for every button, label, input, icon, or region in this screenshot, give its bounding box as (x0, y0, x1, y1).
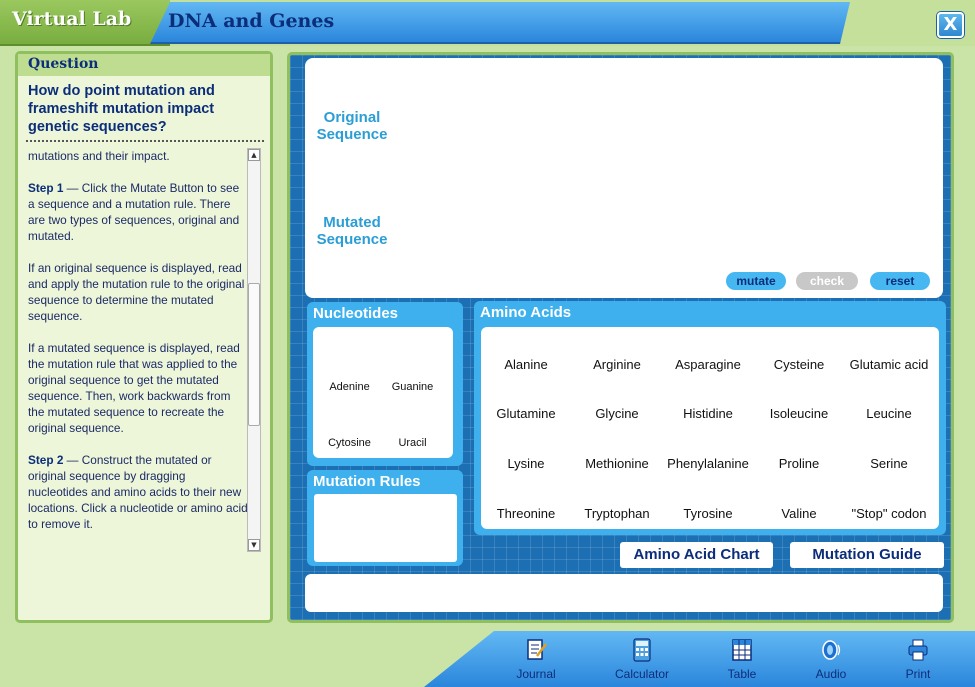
dotted-divider (26, 140, 264, 142)
audio-label: Audio (815, 667, 847, 681)
instructions-step1: Step 1 — Click the Mutate Button to see … (28, 180, 248, 244)
nucleotide-item[interactable]: Guanine (380, 381, 445, 393)
table-label: Table (727, 667, 757, 681)
amino-acid-item[interactable]: Isoleucine (753, 406, 845, 421)
amino-acid-item[interactable]: Glutamine (481, 406, 571, 421)
answer-bar (305, 574, 943, 612)
scroll-down-arrow-icon[interactable]: ▼ (248, 539, 260, 551)
check-button[interactable]: check (796, 272, 858, 290)
audio-icon (822, 640, 841, 660)
mutated-label-line1: Mutated (323, 214, 381, 231)
calculator-icon (633, 638, 651, 662)
mutation-rules-box (314, 494, 457, 562)
nucleotides-title: Nucleotides (313, 305, 399, 322)
print-icon (908, 639, 928, 661)
amino-acid-item[interactable]: "Stop" codon (843, 506, 935, 521)
original-sequence-label: Original Sequence (313, 109, 391, 143)
table-icon (732, 639, 752, 661)
nucleotide-item[interactable]: Adenine (317, 381, 382, 393)
amino-acids-title: Amino Acids (480, 304, 572, 321)
calculator-button[interactable]: Calculator (612, 638, 672, 681)
amino-acid-item[interactable]: Leucine (843, 406, 935, 421)
table-button[interactable]: Table (712, 638, 772, 681)
amino-acids-box: Alanine Arginine Asparagine Cysteine Glu… (481, 327, 939, 529)
amino-acid-item[interactable]: Threonine (481, 506, 571, 521)
amino-acid-item[interactable]: Arginine (571, 357, 663, 372)
amino-acid-item[interactable]: Lysine (481, 456, 571, 471)
instructions-para2: If an original sequence is displayed, re… (28, 261, 245, 323)
journal-label: Journal (516, 667, 556, 681)
print-button[interactable]: Print (888, 638, 948, 681)
amino-acid-item[interactable]: Glutamic acid (843, 357, 935, 372)
amino-acid-item[interactable]: Glycine (571, 406, 663, 421)
close-button[interactable]: X (937, 12, 964, 38)
nucleotide-item[interactable]: Cytosine (317, 437, 382, 449)
amino-acids-panel: Amino Acids Alanine Arginine Asparagine … (474, 301, 946, 535)
mutated-label-line2: Sequence (316, 231, 388, 248)
nucleotides-panel: Nucleotides Adenine Guanine Cytosine Ura… (307, 302, 463, 466)
amino-acid-item[interactable]: Tyrosine (662, 506, 754, 521)
amino-acid-item[interactable]: Valine (753, 506, 845, 521)
amino-acid-item[interactable]: Tryptophan (571, 506, 663, 521)
original-label-line1: Original (323, 109, 381, 126)
amino-acid-chart-button[interactable]: Amino Acid Chart (620, 542, 773, 568)
amino-acid-item[interactable]: Serine (843, 456, 935, 471)
module-title: DNA and Genes (168, 10, 335, 32)
question-header: Question (18, 54, 270, 76)
amino-acid-item[interactable]: Cysteine (753, 357, 845, 372)
mutation-rules-title: Mutation Rules (313, 473, 421, 490)
instructions-text: mutations and their impact. Step 1 — Cli… (28, 148, 248, 548)
scroll-up-arrow-icon[interactable]: ▲ (248, 149, 260, 161)
question-text: How do point mutation and frameshift mut… (28, 83, 215, 135)
amino-acid-item[interactable]: Asparagine (662, 357, 754, 372)
amino-acid-item[interactable]: Methionine (571, 456, 663, 471)
workspace: Original Sequence Mutated Sequence mutat… (287, 52, 954, 623)
mutated-sequence-label: Mutated Sequence (313, 214, 391, 248)
scrollbar-thumb[interactable] (248, 283, 260, 426)
journal-button[interactable]: Journal (506, 638, 566, 681)
journal-icon (527, 639, 547, 660)
nucleotides-box: Adenine Guanine Cytosine Uracil (313, 327, 453, 458)
amino-acid-item[interactable]: Alanine (481, 357, 571, 372)
app-title: Virtual Lab (12, 8, 132, 30)
nucleotide-item[interactable]: Uracil (380, 437, 445, 449)
step2-label: Step 2 (28, 453, 64, 467)
print-label: Print (905, 667, 931, 681)
instructions-para3: If a mutated sequence is displayed, read… (28, 341, 240, 435)
mutation-rules-panel: Mutation Rules (307, 470, 463, 566)
mutation-guide-button[interactable]: Mutation Guide (790, 542, 944, 568)
step1-label: Step 1 (28, 181, 64, 195)
amino-acid-item[interactable]: Proline (753, 456, 845, 471)
question-panel: Question How do point mutation and frame… (15, 51, 273, 623)
amino-acid-item[interactable]: Phenylalanine (662, 456, 754, 471)
original-label-line2: Sequence (316, 126, 388, 143)
reset-button[interactable]: reset (870, 272, 930, 290)
audio-button[interactable]: Audio (801, 638, 861, 681)
calculator-label: Calculator (614, 667, 670, 681)
amino-acid-item[interactable]: Histidine (662, 406, 754, 421)
instructions-step2: Step 2 — Construct the mutated or origin… (28, 452, 248, 532)
instructions-scrollbar[interactable]: ▲ ▼ (247, 148, 261, 552)
mutate-button[interactable]: mutate (726, 272, 786, 290)
instructions-intro: mutations and their impact. (28, 149, 170, 163)
sequence-panel: Original Sequence Mutated Sequence mutat… (305, 58, 943, 298)
